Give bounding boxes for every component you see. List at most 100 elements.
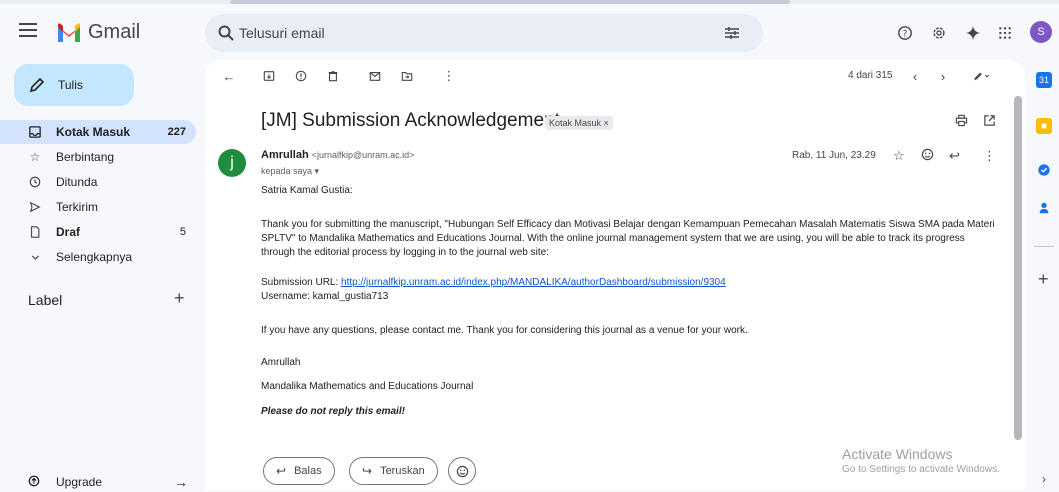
gmail-m-icon: [58, 23, 80, 42]
email-toolbar: ← ⋮ 4 dari 315 ‹ ›: [205, 60, 1025, 92]
smiley-icon: [456, 465, 468, 477]
signature-name: Amrullah: [261, 357, 301, 368]
email-subject: [JM] Submission Acknowledgement: [261, 110, 560, 131]
compose-button[interactable]: Tulis: [14, 64, 134, 106]
get-addons-plus-icon[interactable]: +: [1038, 269, 1049, 290]
submission-url-link[interactable]: http://jurnalfkip.unram.ac.id/index.php/…: [341, 277, 726, 288]
sidebar-item-starred[interactable]: ☆ Berbintang: [0, 145, 196, 169]
greeting: Satria Kamal Gustia:: [261, 185, 353, 196]
emoji-reaction-button[interactable]: [448, 457, 476, 485]
open-new-window-icon[interactable]: [983, 114, 996, 130]
activate-windows-watermark: Activate Windows Go to Settings to activ…: [842, 446, 1000, 475]
signature-journal: Mandalika Mathematics and Educations Jou…: [261, 381, 474, 392]
inbox-label-chip[interactable]: Kotak Masuk ×: [545, 116, 613, 130]
main-menu-icon[interactable]: [16, 18, 40, 42]
mark-unread-icon[interactable]: [367, 68, 383, 84]
search-icon[interactable]: [217, 24, 235, 42]
newer-chevron-icon[interactable]: ‹: [907, 68, 923, 84]
more-vert-icon[interactable]: ⋮: [441, 68, 457, 84]
sidebar-item-more[interactable]: Selengkapnya: [0, 245, 196, 269]
recipient-dropdown[interactable]: kepada saya ▾: [261, 166, 319, 177]
star-icon: ☆: [29, 150, 41, 164]
sidebar-item-inbox[interactable]: Kotak Masuk 227: [0, 120, 196, 144]
star-icon[interactable]: ☆: [893, 148, 905, 164]
report-spam-icon[interactable]: [293, 68, 309, 84]
apps-grid-icon[interactable]: [994, 22, 1016, 44]
url-label: Submission URL:: [261, 277, 342, 288]
calendar-icon[interactable]: 31: [1036, 72, 1052, 88]
watermark-subtitle: Go to Settings to activate Windows.: [842, 464, 1000, 475]
chevron-down-icon: [28, 250, 42, 264]
back-arrow-icon[interactable]: ←: [221, 68, 237, 84]
contacts-icon[interactable]: [1036, 200, 1052, 216]
print-icon[interactable]: [955, 114, 968, 130]
delete-trash-icon[interactable]: [325, 68, 341, 84]
app-name: Gmail: [88, 20, 141, 43]
email-view: ← ⋮ 4 dari 315 ‹ › [JM] Submission Ackno…: [205, 60, 1025, 490]
reply-button[interactable]: ↩ Balas: [263, 457, 335, 485]
sidebar-item-drafts[interactable]: Draf 5: [0, 220, 196, 244]
inbox-icon: [28, 125, 42, 139]
sidebar-item-label: Kotak Masuk: [56, 125, 131, 139]
upgrade-label: Upgrade: [56, 475, 103, 489]
expand-panel-chevron-icon[interactable]: ›: [1042, 472, 1046, 486]
pager-text: 4 dari 315: [848, 70, 893, 81]
archive-icon[interactable]: [261, 68, 277, 84]
send-icon: [28, 200, 42, 214]
help-icon[interactable]: ?: [894, 22, 916, 44]
vertical-scrollbar[interactable]: [1014, 96, 1022, 440]
submission-url-line: Submission URL: http://jurnalfkip.unram.…: [261, 276, 1001, 290]
tasks-icon[interactable]: [1036, 162, 1052, 178]
sidebar-item-snoozed[interactable]: Ditunda: [0, 170, 196, 194]
forward-arrow-icon: ↪: [362, 464, 373, 478]
compose-label: Tulis: [58, 78, 83, 92]
search-input[interactable]: Telusuri email: [239, 25, 325, 41]
watermark-title: Activate Windows: [842, 446, 953, 462]
reply-arrow-icon[interactable]: ↩: [949, 148, 960, 164]
sidebar-item-label: Berbintang: [56, 150, 115, 164]
keep-icon[interactable]: [1036, 118, 1052, 134]
search-options-icon[interactable]: [723, 24, 741, 42]
label-heading: Label: [28, 292, 63, 308]
upgrade-button[interactable]: Upgrade →: [28, 472, 188, 492]
sender-name[interactable]: Amrullah: [261, 149, 309, 161]
forward-label: Teruskan: [380, 465, 425, 477]
older-chevron-icon[interactable]: ›: [935, 68, 951, 84]
sender-email: <jurnalfkip@unram.ac.id>: [311, 150, 415, 160]
input-tools-pen-icon[interactable]: [969, 68, 993, 84]
pencil-icon: [29, 77, 45, 93]
body-paragraph-2: If you have any questions, please contac…: [261, 325, 748, 336]
upgrade-circle-icon: [28, 475, 42, 490]
reply-arrow-icon: ↩: [276, 464, 287, 478]
email-date: Rab, 11 Jun, 23.29: [792, 150, 876, 161]
forward-button[interactable]: ↪ Teruskan: [349, 457, 438, 485]
sidebar-item-label: Ditunda: [56, 175, 98, 189]
clock-icon: [28, 175, 42, 189]
noreply-notice: Please do not reply this email!: [261, 406, 405, 417]
svg-text:?: ?: [903, 30, 908, 40]
gemini-sparkle-icon[interactable]: [962, 22, 984, 44]
sidebar-item-label: Terkirim: [56, 200, 98, 214]
add-label-plus-icon[interactable]: +: [174, 288, 185, 309]
header: Gmail Telusuri email ? S: [0, 4, 1059, 60]
sender-line: Amrullah <jurnalfkip@unram.ac.id>: [261, 149, 414, 161]
side-panel-divider: [1034, 246, 1054, 247]
body-paragraph: Thank you for submitting the manuscript,…: [261, 219, 995, 258]
sidebar-item-label: Draf: [56, 225, 81, 239]
emoji-react-icon[interactable]: [921, 148, 934, 164]
side-panel: 31 + ›: [1030, 60, 1059, 490]
username-line: Username: kamal_gustia713: [261, 291, 389, 302]
settings-gear-icon[interactable]: [928, 22, 950, 44]
search-bar[interactable]: Telusuri email: [205, 14, 763, 52]
sidebar-item-sent[interactable]: Terkirim: [0, 195, 196, 219]
arrow-right-icon: →: [174, 474, 188, 490]
reply-label: Balas: [294, 465, 322, 477]
sender-avatar[interactable]: j: [218, 149, 246, 177]
sidebar-item-label: Selengkapnya: [56, 250, 133, 264]
user-avatar[interactable]: S: [1030, 21, 1052, 43]
sidebar-item-count: 227: [167, 126, 186, 138]
move-to-folder-icon[interactable]: [399, 68, 415, 84]
gmail-logo[interactable]: Gmail: [56, 18, 140, 46]
draft-icon: [28, 225, 42, 239]
message-more-vert-icon[interactable]: ⋮: [983, 148, 996, 164]
